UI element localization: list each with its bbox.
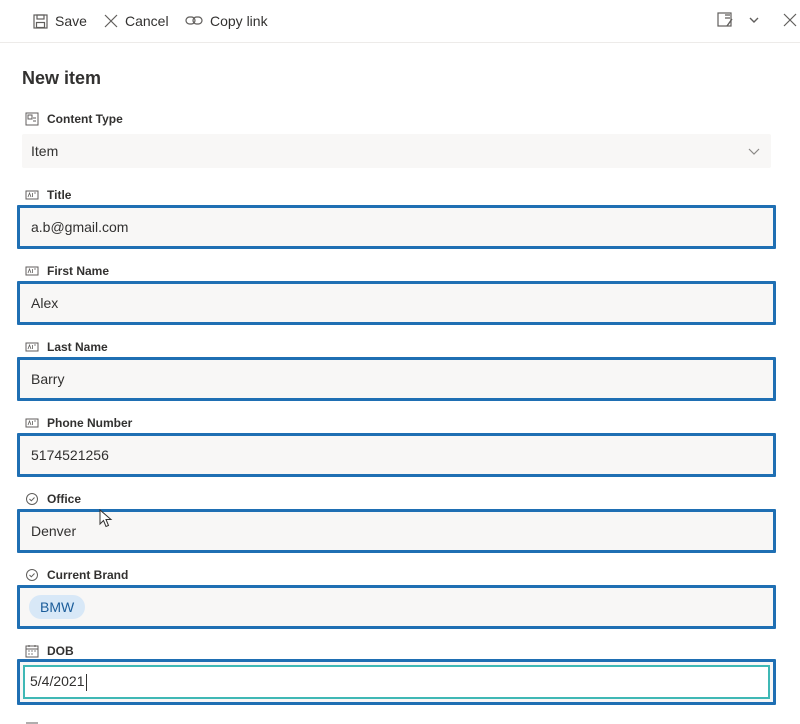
dob-input[interactable]: 5/4/2021	[23, 665, 770, 699]
close-icon	[783, 13, 797, 27]
current-brand-label: Current Brand	[25, 567, 128, 583]
chevron-down-icon	[749, 17, 759, 23]
text-field-icon	[25, 190, 39, 200]
content-type-value: Item	[31, 143, 59, 159]
dob-label: DOB	[25, 643, 74, 659]
calendar-icon	[25, 645, 39, 658]
cancel-icon	[104, 14, 118, 28]
last-name-input[interactable]: Barry	[17, 357, 776, 401]
current-brand-select[interactable]: BMW	[17, 585, 776, 629]
content-type-label-text: Content Type	[47, 112, 123, 126]
form-options-dropdown[interactable]	[748, 11, 760, 29]
dob-label-text: DOB	[47, 644, 74, 658]
office-value: Denver	[31, 523, 77, 539]
first-name-label-text: First Name	[47, 264, 110, 278]
last-name-label: Last Name	[25, 339, 108, 355]
content-type-label: Content Type	[25, 111, 123, 127]
first-name-label: First Name	[25, 263, 109, 279]
last-name-label-text: Last Name	[47, 340, 108, 354]
link-icon	[185, 16, 203, 25]
dob-value: 5/4/2021	[30, 673, 87, 691]
cancel-label: Cancel	[125, 13, 169, 29]
mouse-cursor-icon	[99, 509, 113, 528]
brand-pill[interactable]: BMW	[29, 595, 86, 619]
text-field-icon	[25, 266, 39, 276]
first-name-value: Alex	[31, 295, 59, 311]
title-label: Title	[25, 187, 71, 203]
chevron-down-icon	[748, 148, 760, 155]
title-value: a.b@gmail.com	[31, 219, 129, 235]
edit-form-button[interactable]	[716, 11, 734, 29]
copy-link-button[interactable]: Copy link	[185, 10, 268, 32]
content-type-icon	[25, 112, 39, 126]
text-field-icon	[25, 418, 39, 428]
phone-number-label-text: Phone Number	[47, 416, 133, 430]
office-label: Office	[25, 491, 81, 507]
page-title: New item	[22, 68, 102, 88]
dob-field[interactable]: 5/4/2021	[17, 659, 776, 705]
current-brand-label-text: Current Brand	[47, 568, 129, 582]
next-field-icon	[26, 722, 38, 724]
office-select[interactable]: Denver	[17, 509, 776, 553]
form-panel-icon	[717, 12, 733, 27]
cancel-button[interactable]: Cancel	[104, 10, 169, 32]
choice-field-icon	[26, 493, 38, 505]
command-bar: Save Cancel Copy link	[0, 0, 800, 43]
title-label-text: Title	[47, 188, 72, 202]
phone-number-label: Phone Number	[25, 415, 132, 431]
content-type-select[interactable]: Item	[22, 134, 771, 168]
phone-number-input[interactable]: 5174521256	[17, 433, 776, 477]
first-name-input[interactable]: Alex	[17, 281, 776, 325]
save-label: Save	[55, 13, 87, 29]
dob-value-text: 5/4/2021	[30, 673, 85, 690]
save-icon	[33, 13, 48, 29]
phone-number-value: 5174521256	[31, 447, 109, 463]
last-name-value: Barry	[31, 371, 65, 387]
text-caret	[85, 673, 87, 691]
title-input[interactable]: a.b@gmail.com	[17, 205, 776, 249]
text-field-icon	[25, 342, 39, 352]
choice-field-icon	[26, 569, 38, 581]
close-button[interactable]	[783, 11, 797, 29]
save-button[interactable]: Save	[33, 10, 87, 32]
copy-link-label: Copy link	[210, 13, 268, 29]
office-label-text: Office	[47, 492, 82, 506]
